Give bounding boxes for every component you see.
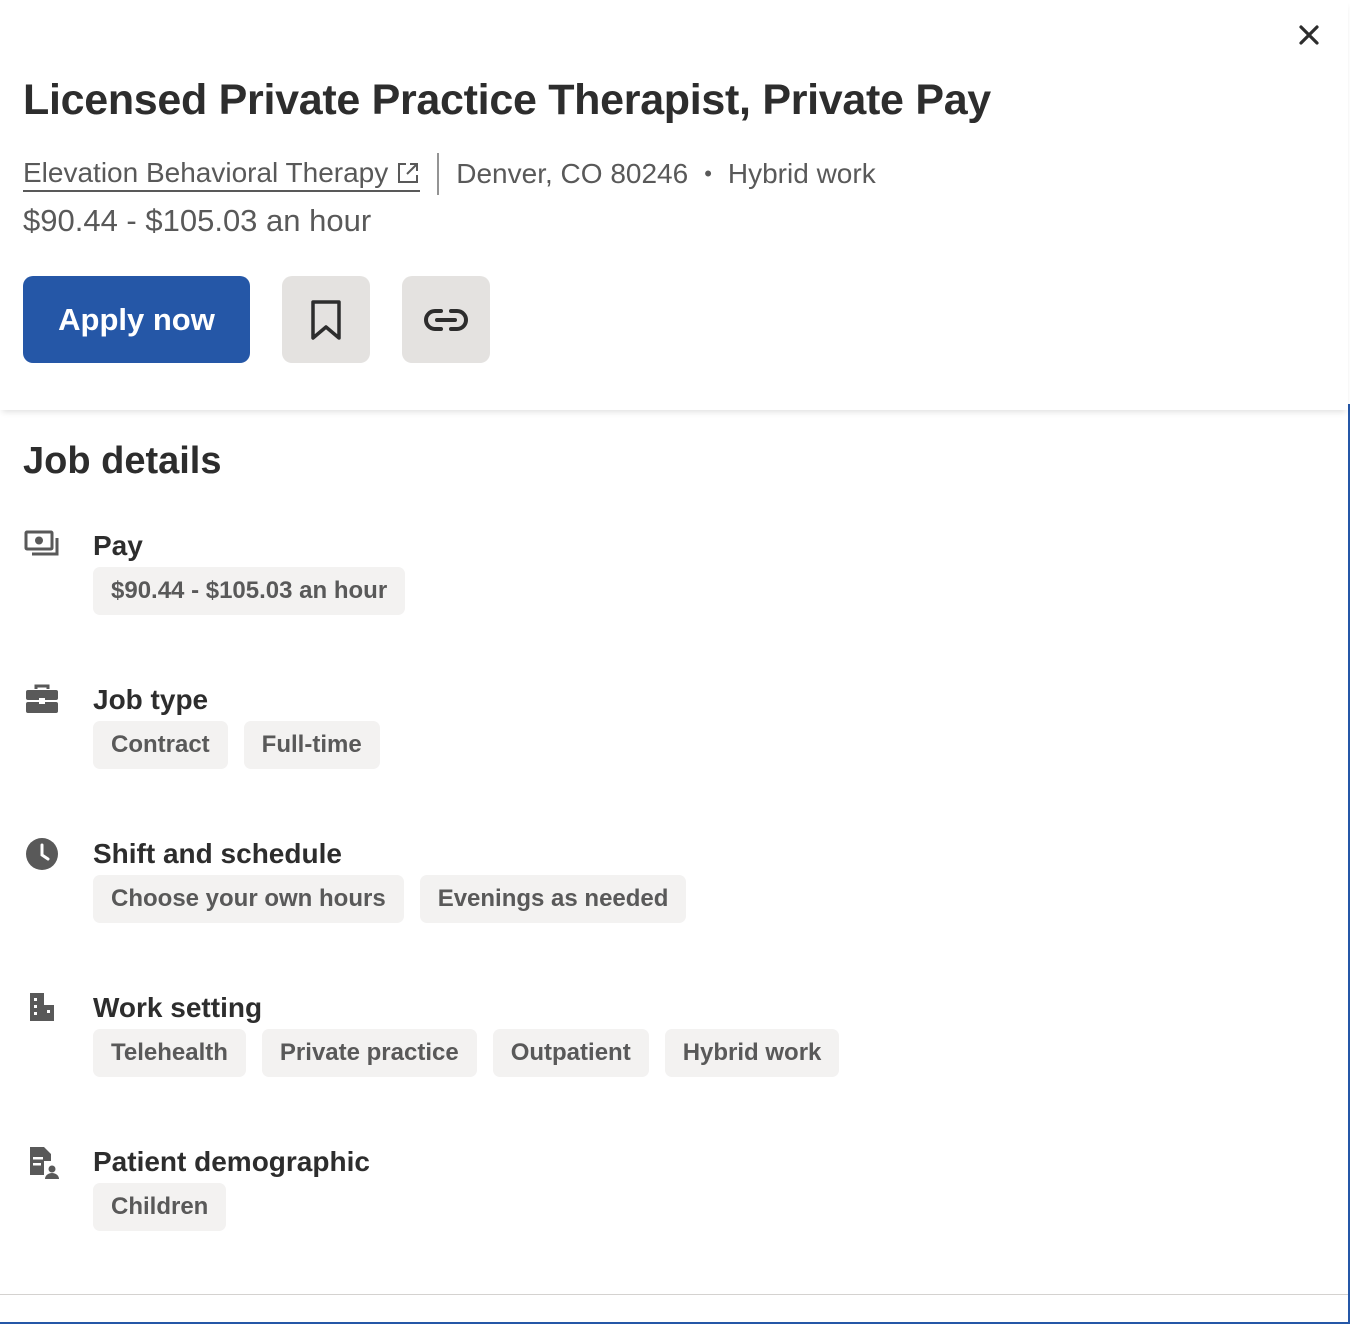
close-icon [1299, 25, 1319, 45]
company-name: Elevation Behavioral Therapy [23, 156, 389, 188]
section-label: Shift and schedule [93, 838, 342, 869]
link-icon [424, 308, 468, 331]
section-label: Pay [93, 530, 143, 561]
clock-icon [26, 838, 58, 870]
chip-list: Telehealth Private practice Outpatient H… [93, 1029, 840, 1077]
chip: $90.44 - $105.03 an hour [93, 567, 406, 615]
briefcase-icon [26, 684, 58, 713]
chip: Full-time [243, 721, 380, 769]
meta-divider [437, 153, 440, 195]
job-detail-panel: Licensed Private Practice Therapist, Pri… [0, 0, 1350, 1324]
chip: Hybrid work [664, 1029, 840, 1077]
apply-now-button[interactable]: Apply now [23, 276, 250, 363]
job-header: Licensed Private Practice Therapist, Pri… [0, 0, 1348, 410]
job-details-heading: Job details [23, 440, 222, 482]
salary-range: $90.44 - $105.03 an hour [23, 203, 372, 238]
section-label: Patient demographic [93, 1146, 370, 1177]
job-location: Denver, CO 80246 [456, 158, 689, 189]
chip: Outpatient [492, 1029, 649, 1077]
section-label: Job type [93, 684, 209, 715]
close-button[interactable] [1294, 20, 1324, 50]
chip: Evenings as needed [419, 875, 687, 923]
chip: Contract [93, 721, 228, 769]
company-link[interactable]: Elevation Behavioral Therapy [23, 156, 421, 192]
chip-list: Contract Full-time [93, 721, 380, 769]
job-meta-row: Elevation Behavioral Therapy Denver, CO … [23, 152, 876, 196]
chip: Telehealth [93, 1029, 246, 1077]
patient-document-icon [30, 1147, 59, 1179]
section-label: Work setting [93, 992, 263, 1023]
work-mode: Hybrid work [727, 158, 876, 189]
meta-dot-separator: • [704, 161, 712, 186]
chip: Choose your own hours [93, 875, 404, 923]
copy-link-button[interactable] [402, 276, 490, 363]
chip-list: Children [93, 1183, 227, 1231]
save-job-button[interactable] [282, 276, 370, 363]
money-icon [24, 530, 59, 556]
job-title: Licensed Private Practice Therapist, Pri… [23, 76, 991, 124]
chip: Private practice [261, 1029, 477, 1077]
chip-list: $90.44 - $105.03 an hour [93, 567, 406, 615]
building-icon [30, 993, 54, 1021]
external-link-icon [398, 162, 419, 183]
bookmark-icon [311, 299, 341, 340]
chip-list: Choose your own hours Evenings as needed [93, 875, 687, 923]
bottom-divider [0, 1294, 1348, 1295]
chip: Children [93, 1183, 227, 1231]
